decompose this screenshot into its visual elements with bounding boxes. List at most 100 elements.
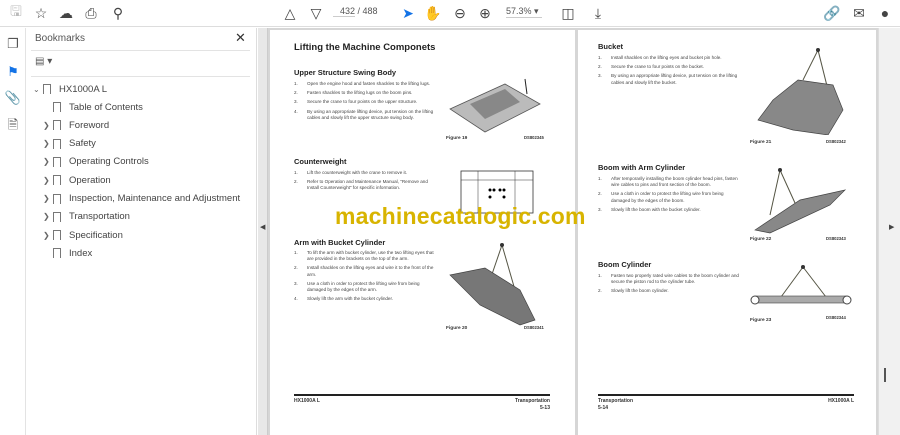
step-text: By using an appropriate lifting device, …	[611, 73, 738, 85]
step-number: 3.	[294, 99, 298, 105]
footer-model: HX1000A L	[828, 398, 854, 404]
step-item: 1. Install shackles on the lifting eyes a…	[598, 55, 743, 61]
chevron-right-icon[interactable]: ❯	[43, 194, 53, 203]
bookmark-icon	[53, 175, 61, 186]
figure-caption: Figure 20	[446, 326, 468, 331]
bookmark-label: HX1000A L	[59, 83, 108, 95]
steps-list: 1. After temporarily installing the boom …	[598, 176, 743, 216]
page-right: Bucket 1. Install shackles on the lifting…	[578, 30, 876, 435]
step-number: 3.	[598, 73, 602, 79]
step-number: 1.	[294, 81, 298, 86]
document-info-icon[interactable]: 🗎	[4, 116, 22, 134]
scroll-mode-icon[interactable]: ⤓	[588, 4, 608, 22]
step-text: Secure the crane to four points on the b…	[611, 64, 704, 70]
bookmark-root[interactable]: ⌄ HX1000A L	[33, 82, 107, 96]
bookmark-icon[interactable]: ⚑	[4, 64, 22, 82]
chevron-right-icon[interactable]: ❯	[43, 231, 53, 240]
bookmark-item[interactable]: ❯ Transportation	[43, 210, 130, 224]
step-text: Secure the crane to four points on the u…	[307, 99, 418, 105]
footer-section: Transportation	[598, 398, 634, 404]
panel-splitter[interactable]: ◀	[258, 28, 268, 435]
step-number: 1.	[598, 273, 602, 278]
zoom-out-icon[interactable]: ⊖	[450, 4, 470, 22]
search-icon[interactable]: ⚲	[108, 4, 128, 22]
bookmark-icon	[53, 138, 61, 149]
close-icon[interactable]: ✕	[235, 30, 246, 46]
figure-caption: Figure 23	[750, 318, 772, 323]
chevron-right-icon[interactable]: ❯	[43, 212, 53, 221]
step-item: 1. To lift the arm with bucket cylinder, …	[294, 250, 439, 262]
page-left: Lifting the Machine Componets Upper Stru…	[270, 30, 575, 435]
step-item: 1. Fasten two properly rated wire cables …	[598, 273, 743, 285]
bookmark-item[interactable]: Index	[43, 246, 92, 260]
next-page-icon[interactable]: ▽	[306, 4, 326, 22]
account-icon[interactable]: ●	[875, 4, 895, 22]
step-item: 3. Slowly lift the boom with the bucket c…	[598, 207, 743, 213]
step-number: 2.	[294, 90, 298, 96]
step-text: Slowly lift the arm with the bucket cyli…	[307, 296, 394, 302]
bookmark-icon	[43, 84, 51, 94]
bookmark-icon	[53, 156, 61, 167]
step-text: Slowly lift the boom with the bucket cyl…	[611, 206, 701, 212]
arm-illustration	[449, 243, 536, 326]
step-number: 2.	[598, 64, 602, 70]
step-text: Open the engine hood and fasten shackles…	[307, 81, 431, 86]
cloud-upload-icon[interactable]: ☁	[56, 4, 76, 22]
step-number: 4.	[294, 296, 298, 302]
email-icon[interactable]: ✉	[849, 4, 869, 22]
step-text: Slowly lift the boom cylinder.	[611, 288, 669, 294]
scrollbar-thumb[interactable]	[884, 368, 886, 382]
bookmark-label: Operation	[69, 174, 111, 186]
total-pages: / 488	[357, 6, 378, 16]
bookmark-icon	[53, 230, 61, 241]
chevron-right-icon[interactable]: ❯	[43, 157, 53, 166]
step-number: 2.	[294, 179, 298, 185]
step-text: Refer to Operation and Maintenance Manua…	[307, 179, 428, 191]
vertical-scrollbar[interactable]: ▶	[878, 28, 900, 435]
step-number: 3.	[598, 206, 602, 212]
attachment-icon[interactable]: 📎	[4, 90, 22, 108]
step-item: 1. Lift the counterweight with the crane …	[294, 170, 439, 176]
bookmark-item[interactable]: ❯ Safety	[43, 137, 96, 151]
step-number: 4.	[294, 108, 298, 114]
pages-icon[interactable]: ❐	[4, 36, 22, 54]
save-icon[interactable]: 🖫	[6, 3, 26, 22]
share-link-icon[interactable]: 🔗	[822, 4, 842, 22]
boom-cylinder-illustration	[750, 265, 852, 305]
bookmark-item[interactable]: ❯ Specification	[43, 228, 123, 242]
select-tool-icon[interactable]: ➤	[398, 4, 418, 22]
bookmark-label: Inspection, Maintenance and Adjustment	[69, 193, 241, 204]
section-heading: Bucket	[598, 42, 624, 51]
bookmark-item[interactable]: Table of Contents	[43, 100, 143, 114]
footer-section: Transportation	[514, 398, 550, 404]
step-number: 3.	[294, 280, 298, 286]
bookmark-icon	[53, 120, 61, 131]
step-text: By using an appropriate lifting device, …	[307, 108, 434, 120]
collapse-panel-icon[interactable]: ◀	[260, 223, 265, 231]
page-fit-icon[interactable]: ◫	[558, 4, 578, 22]
bookmark-item[interactable]: ❯ Foreword	[43, 118, 109, 132]
zoom-in-icon[interactable]: ⊕	[475, 4, 495, 22]
bookmark-item[interactable]: ❯ Operation	[43, 173, 111, 187]
step-item: 3. Secure the crane to four points on the…	[294, 99, 439, 105]
page-number-input[interactable]	[333, 6, 355, 17]
expand-right-pane-icon[interactable]: ▶	[889, 223, 894, 231]
bookmarks-panel: Bookmarks ✕ ▤ ▾ ⌄ HX1000A L Table of Cont…	[27, 28, 257, 435]
print-icon[interactable]: ⎙	[81, 4, 101, 22]
chevron-right-icon[interactable]: ❯	[43, 176, 53, 185]
previous-page-icon[interactable]: △	[280, 4, 300, 22]
section-heading: Boom Cylinder	[598, 260, 652, 269]
zoom-select[interactable]: 57.3% ▾	[506, 6, 542, 18]
bookmark-item[interactable]: ❯ Inspection, Maintenance and Adjustment	[43, 192, 240, 206]
bookmark-item[interactable]: ❯ Operating Controls	[43, 155, 149, 169]
hand-tool-icon[interactable]: ✋	[423, 4, 443, 22]
step-text: Install shackles on the lifting eyes and…	[307, 265, 434, 277]
chevron-right-icon[interactable]: ❯	[43, 121, 53, 130]
chevron-right-icon[interactable]: ❯	[43, 139, 53, 148]
star-icon[interactable]: ☆	[31, 4, 51, 22]
bookmark-options-button[interactable]: ▤ ▾	[35, 56, 52, 67]
document-area: Lifting the Machine Componets Upper Stru…	[268, 28, 878, 435]
step-text: Use a cloth in order to protect the lift…	[307, 280, 420, 292]
chevron-down-icon[interactable]: ⌄	[33, 85, 43, 94]
step-number: 1.	[294, 170, 298, 175]
